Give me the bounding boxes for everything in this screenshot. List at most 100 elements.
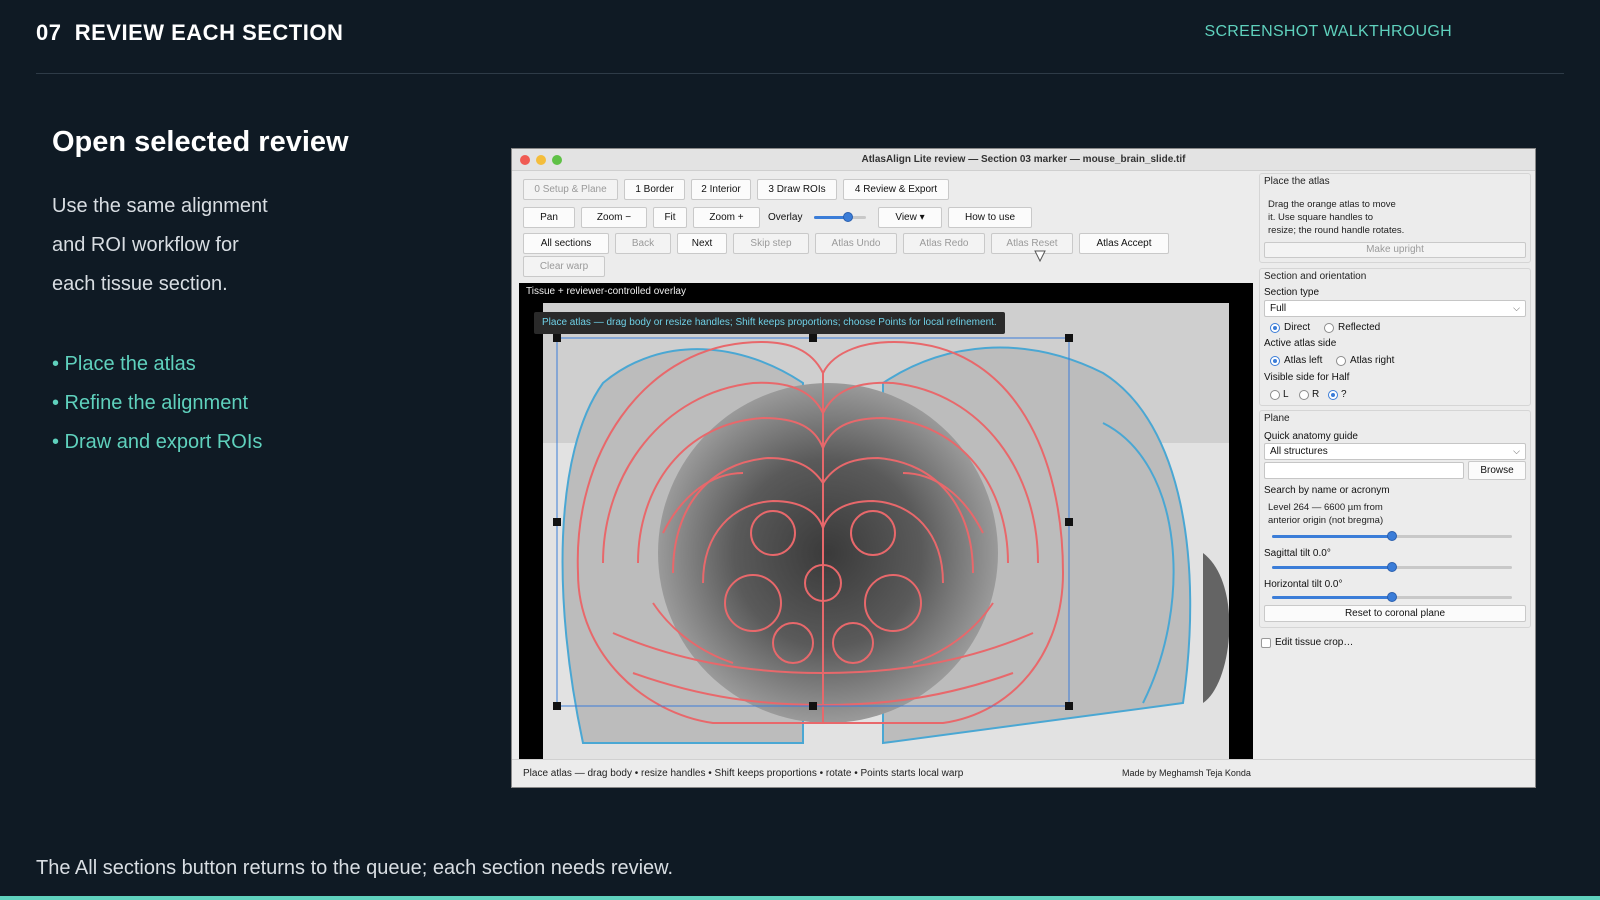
app-window: AtlasAlign Lite review — Section 03 mark… xyxy=(511,148,1536,788)
slide-title: Open selected review xyxy=(52,126,349,158)
resize-handle xyxy=(553,518,561,526)
atlas-left-radio[interactable] xyxy=(1270,356,1280,366)
step-draw-rois[interactable]: 3 Draw ROIs xyxy=(757,179,837,200)
resize-handle xyxy=(1065,702,1073,710)
anatomy-guide-label: Quick anatomy guide xyxy=(1264,431,1358,442)
step-review-export[interactable]: 4 Review & Export xyxy=(843,179,949,200)
section-heading: 07 REVIEW EACH SECTION xyxy=(36,20,343,46)
atlas-reset-button[interactable]: Atlas Reset xyxy=(991,233,1073,254)
status-hint: Place atlas — drag body • resize handles… xyxy=(523,768,964,779)
resize-handle xyxy=(553,702,561,710)
description-line: each tissue section. xyxy=(52,273,228,295)
status-bar: Place atlas — drag body • resize handles… xyxy=(512,759,1535,787)
edit-crop-checkbox[interactable] xyxy=(1261,638,1271,648)
side-r-label: R xyxy=(1312,389,1320,400)
level-line: anterior origin (not bregma) xyxy=(1268,515,1384,526)
plane-title: Plane xyxy=(1264,413,1290,424)
atlas-overlay-canvas[interactable] xyxy=(543,303,1229,761)
section-number: 07 xyxy=(36,20,62,45)
accent-bar xyxy=(0,896,1600,900)
horizontal-tilt-label: Horizontal tilt 0.0° xyxy=(1264,579,1343,590)
help-line: resize; the round handle rotates. xyxy=(1268,225,1405,236)
resize-handle xyxy=(809,702,817,710)
level-readout: Level 264 — 6600 µm from anterior origin… xyxy=(1268,501,1383,527)
description-line: Use the same alignment xyxy=(52,195,268,217)
header-divider xyxy=(36,73,1564,74)
help-line: Drag the orange atlas to move xyxy=(1268,199,1396,210)
orientation-title: Section and orientation xyxy=(1264,271,1367,282)
side-unknown-label: ? xyxy=(1341,389,1347,400)
chevron-down-icon: ⌵ xyxy=(1513,446,1520,456)
chevron-down-icon: ⌵ xyxy=(1513,303,1520,313)
sidebar: Place the atlas Drag the orange atlas to… xyxy=(1259,173,1535,761)
bullet-item: • Place the atlas xyxy=(52,353,196,375)
side-r-radio[interactable] xyxy=(1299,390,1309,400)
back-button[interactable]: Back xyxy=(615,233,671,254)
tissue-image[interactable] xyxy=(543,303,1229,761)
steps-list: • Place the atlas • Refine the alignment… xyxy=(52,345,262,462)
place-atlas-help: Drag the orange atlas to move it. Use sq… xyxy=(1268,198,1404,237)
section-type-label: Section type xyxy=(1264,287,1320,298)
side-unknown-radio[interactable] xyxy=(1328,390,1338,400)
resize-handle xyxy=(1065,334,1073,342)
zoom-in-button[interactable]: Zoom + xyxy=(693,207,760,228)
reflected-label: Reflected xyxy=(1338,322,1381,333)
atlas-right-label: Atlas right xyxy=(1350,355,1395,366)
orientation-panel: Section and orientation Section type Ful… xyxy=(1259,268,1531,406)
browse-button[interactable]: Browse xyxy=(1468,461,1526,480)
skip-step-button[interactable]: Skip step xyxy=(733,233,809,254)
resize-handle xyxy=(1065,518,1073,526)
zoom-out-button[interactable]: Zoom − xyxy=(581,207,647,228)
walkthrough-label: SCREENSHOT WALKTHROUGH xyxy=(1204,23,1452,40)
direct-radio[interactable] xyxy=(1270,323,1280,333)
reflected-radio[interactable] xyxy=(1324,323,1334,333)
anatomy-guide-select[interactable]: All structures ⌵ xyxy=(1264,443,1526,460)
atlas-accept-button[interactable]: Atlas Accept xyxy=(1079,233,1169,254)
place-atlas-panel: Place the atlas Drag the orange atlas to… xyxy=(1259,173,1531,263)
slide-description: Use the same alignment and ROI workflow … xyxy=(52,187,312,304)
how-to-use-button[interactable]: How to use xyxy=(948,207,1032,228)
search-label: Search by name or acronym xyxy=(1264,485,1390,496)
status-credit: Made by Meghamsh Teja Konda xyxy=(1122,768,1251,778)
plane-panel: Plane Quick anatomy guide All structures… xyxy=(1259,410,1531,628)
description-line: and ROI workflow for xyxy=(52,234,239,256)
atlas-redo-button[interactable]: Atlas Redo xyxy=(903,233,985,254)
window-titlebar: AtlasAlign Lite review — Section 03 mark… xyxy=(512,149,1535,171)
direct-label: Direct xyxy=(1284,322,1311,333)
place-atlas-title: Place the atlas xyxy=(1264,176,1330,187)
visible-side-label: Visible side for Half xyxy=(1264,372,1350,383)
fit-button[interactable]: Fit xyxy=(653,207,687,228)
sagittal-tilt-label: Sagittal tilt 0.0° xyxy=(1264,548,1331,559)
instruction-banner: Place atlas — drag body or resize handle… xyxy=(534,312,1005,334)
step-interior[interactable]: 2 Interior xyxy=(691,179,751,200)
bullet-item: • Draw and export ROIs xyxy=(52,431,263,453)
clear-warp-button[interactable]: Clear warp xyxy=(523,256,605,277)
anatomy-guide-value: All structures xyxy=(1270,446,1328,457)
make-upright-button[interactable]: Make upright xyxy=(1264,242,1526,258)
structure-search-input[interactable] xyxy=(1264,462,1464,479)
slide-footer: The All sections button returns to the q… xyxy=(36,857,674,879)
help-line: it. Use square handles to xyxy=(1268,212,1374,223)
atlas-undo-button[interactable]: Atlas Undo xyxy=(815,233,897,254)
side-l-radio[interactable] xyxy=(1270,390,1280,400)
atlas-left-label: Atlas left xyxy=(1284,355,1323,366)
resize-handle xyxy=(553,334,561,342)
pan-button[interactable]: Pan xyxy=(523,207,575,228)
bullet-item: • Refine the alignment xyxy=(52,392,249,414)
level-line: Level 264 — 6600 µm from xyxy=(1268,502,1383,513)
side-l-label: L xyxy=(1283,389,1289,400)
reset-coronal-button[interactable]: Reset to coronal plane xyxy=(1264,605,1526,622)
window-title: AtlasAlign Lite review — Section 03 mark… xyxy=(861,154,1186,165)
next-button[interactable]: Next xyxy=(677,233,727,254)
step-border[interactable]: 1 Border xyxy=(624,179,685,200)
atlas-side-label: Active atlas side xyxy=(1264,338,1337,349)
all-sections-button[interactable]: All sections xyxy=(523,233,609,254)
step-setup-plane[interactable]: 0 Setup & Plane xyxy=(523,179,618,200)
view-menu-button[interactable]: View ▾ xyxy=(878,207,942,228)
section-title: REVIEW EACH SECTION xyxy=(74,20,344,45)
image-viewer[interactable]: Tissue + reviewer-controlled overlay Pla… xyxy=(519,283,1253,761)
viewer-label: Tissue + reviewer-controlled overlay xyxy=(526,286,686,297)
atlas-right-radio[interactable] xyxy=(1336,356,1346,366)
edit-crop-label: Edit tissue crop… xyxy=(1275,637,1354,648)
section-type-select[interactable]: Full ⌵ xyxy=(1264,300,1526,317)
